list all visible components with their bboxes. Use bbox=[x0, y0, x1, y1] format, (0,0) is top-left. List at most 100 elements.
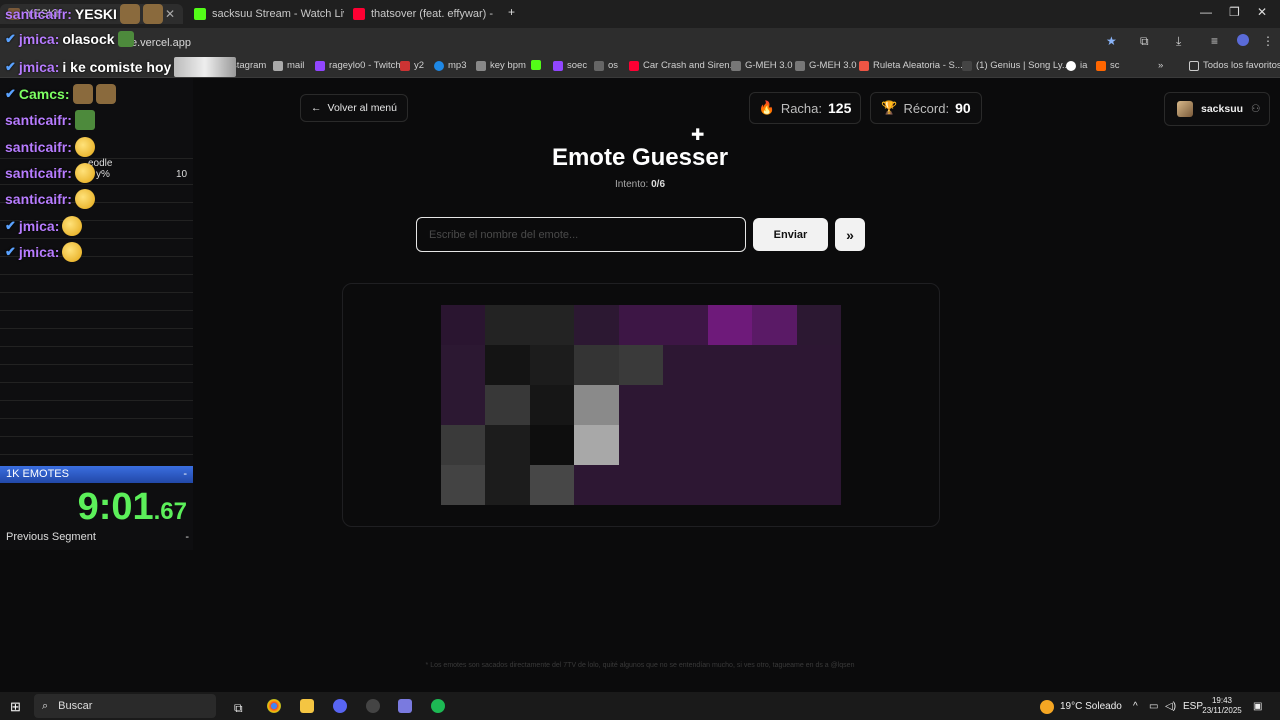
restore-icon[interactable]: ❐ bbox=[1229, 5, 1240, 19]
spotify-icon[interactable] bbox=[431, 699, 445, 713]
emote-pixel bbox=[663, 345, 708, 385]
user-icon: ⚇ bbox=[1251, 103, 1261, 115]
user-profile-button[interactable]: sacksuu ⚇ bbox=[1164, 92, 1270, 126]
show-hidden-icons[interactable]: ^ bbox=[1133, 701, 1138, 712]
avatar bbox=[1177, 101, 1193, 117]
split-divider bbox=[0, 382, 193, 383]
verified-check-icon: ✔ bbox=[5, 31, 16, 46]
app-icon[interactable] bbox=[398, 699, 412, 713]
split-divider bbox=[0, 454, 193, 455]
split-divider bbox=[0, 292, 193, 293]
emote-pixel bbox=[529, 305, 575, 345]
bookmark[interactable]: Ruleta Aleatoria - S... bbox=[859, 60, 963, 71]
split-divider bbox=[0, 364, 193, 365]
chat-line: ✔ jmica: bbox=[5, 242, 83, 262]
weather-sun-icon bbox=[1040, 700, 1054, 714]
split-divider bbox=[0, 184, 193, 185]
clock[interactable]: 19:43 23/11/2025 bbox=[1200, 696, 1244, 716]
bookmark[interactable]: stagram bbox=[232, 60, 266, 71]
bookmark-star-icon[interactable]: ★ bbox=[1106, 34, 1117, 48]
bookmark[interactable]: key bpm bbox=[476, 60, 526, 71]
streak-stat: 🔥 Racha: 125 bbox=[749, 92, 861, 124]
emote-icon bbox=[117, 31, 134, 47]
profile-avatar[interactable] bbox=[1237, 34, 1249, 46]
emote-pixel bbox=[752, 465, 797, 505]
windows-start-icon[interactable]: ⊞ bbox=[10, 699, 21, 715]
tab-label: sacksuu Stream - Watch Live o bbox=[212, 8, 344, 20]
bookmark[interactable]: sc bbox=[1096, 60, 1120, 71]
footnote: * Los emotes son sacados directamente de… bbox=[425, 662, 855, 669]
media-icon[interactable]: ≡ bbox=[1211, 34, 1218, 48]
emote-pixel bbox=[707, 345, 753, 385]
chat-line: santicaifr: bbox=[5, 163, 95, 183]
submit-guess-button[interactable]: Enviar bbox=[753, 218, 828, 251]
bookmark[interactable]: rageylo0 - Twitch bbox=[315, 60, 401, 71]
bookmark[interactable]: soec bbox=[553, 60, 587, 71]
app-icon[interactable] bbox=[366, 699, 380, 713]
bookmark[interactable] bbox=[531, 60, 545, 70]
bookmark[interactable]: y2 bbox=[400, 60, 424, 71]
emote-pixel bbox=[707, 385, 753, 425]
trophy-icon: 🏆 bbox=[881, 100, 898, 115]
bookmark[interactable]: Car Crash and Siren... bbox=[629, 60, 738, 71]
bookmark[interactable]: G-MEH 3.0 bbox=[731, 60, 793, 71]
download-icon[interactable]: ⤓ bbox=[1176, 34, 1181, 49]
network-icon[interactable]: ▭ bbox=[1149, 701, 1158, 712]
run-timer: 9:01.67 bbox=[77, 486, 187, 528]
emote-guess-input[interactable] bbox=[416, 217, 746, 252]
emote-pixel bbox=[663, 385, 708, 425]
close-window-icon[interactable]: ✕ bbox=[1257, 5, 1267, 19]
bookmark[interactable]: mail bbox=[273, 60, 304, 71]
emote-icon bbox=[62, 242, 83, 262]
discord-icon[interactable] bbox=[333, 699, 347, 713]
verified-check-icon: ✔ bbox=[5, 218, 16, 233]
emote-pixel bbox=[441, 345, 486, 385]
emote-pixel bbox=[796, 305, 841, 345]
splits-header: 1K EMOTES - bbox=[0, 466, 193, 483]
close-tab-icon[interactable]: ✕ bbox=[493, 7, 497, 21]
tab-youtube[interactable]: thatsover (feat. effywar) - ✕ bbox=[345, 4, 497, 24]
emote-icon bbox=[174, 57, 237, 77]
all-bookmarks[interactable]: Todos los favoritos bbox=[1189, 60, 1280, 71]
emote-pixel bbox=[574, 465, 619, 505]
youtube-icon bbox=[353, 8, 365, 20]
address-bar[interactable] bbox=[0, 28, 1280, 56]
screen: YESKI ✕ sacksuu Stream - Watch Live o ✕ … bbox=[0, 0, 1280, 720]
file-explorer-icon[interactable] bbox=[300, 699, 314, 713]
search-icon: ⌕ bbox=[42, 699, 49, 712]
chrome-icon[interactable] bbox=[267, 699, 281, 713]
bookmark[interactable]: G-MEH 3.0 bbox=[795, 60, 857, 71]
chat-line: ✔ jmica: i ke comiste hoy bbox=[5, 57, 237, 77]
emote-icon bbox=[62, 216, 83, 236]
taskbar-search[interactable]: ⌕ Buscar bbox=[34, 694, 216, 718]
emote-pixel bbox=[529, 465, 575, 505]
bookmark[interactable]: os bbox=[594, 60, 618, 71]
emote-icon bbox=[142, 4, 163, 24]
weather-text[interactable]: 19°C Soleado bbox=[1060, 701, 1122, 712]
emote-pixel bbox=[441, 385, 486, 425]
emote-icon bbox=[74, 163, 95, 183]
tab-twitch[interactable]: sacksuu Stream - Watch Live o ✕ bbox=[186, 4, 344, 24]
flame-icon: 🔥 bbox=[758, 100, 775, 115]
minimize-icon[interactable]: — bbox=[1200, 5, 1212, 19]
new-tab-icon[interactable]: + bbox=[508, 5, 515, 19]
menu-icon[interactable]: ⋮ bbox=[1262, 34, 1274, 48]
extensions-icon[interactable]: ⧉ bbox=[1140, 34, 1149, 49]
emote-pixel bbox=[618, 345, 664, 385]
notifications-icon[interactable]: ▣ bbox=[1253, 701, 1262, 712]
emote-pixel bbox=[707, 425, 753, 465]
emote-icon bbox=[74, 189, 95, 209]
split-divider bbox=[0, 274, 193, 275]
bookmark[interactable]: mp3 bbox=[434, 60, 466, 71]
more-bookmarks-icon[interactable]: » bbox=[1158, 60, 1163, 71]
back-to-menu-button[interactable]: ← Volver al menú bbox=[300, 94, 408, 122]
volume-icon[interactable]: ◁) bbox=[1165, 701, 1176, 712]
task-view-icon[interactable]: ⧉ bbox=[234, 701, 243, 716]
record-stat: 🏆 Récord: 90 bbox=[870, 92, 982, 124]
bookmark[interactable]: ia bbox=[1066, 60, 1087, 71]
emote-pixel bbox=[752, 345, 797, 385]
verified-check-icon: ✔ bbox=[5, 59, 16, 74]
emote-pixel bbox=[574, 385, 619, 425]
skip-button[interactable]: » bbox=[835, 218, 865, 251]
bookmark[interactable]: (1) Genius | Song Ly... bbox=[962, 60, 1070, 71]
